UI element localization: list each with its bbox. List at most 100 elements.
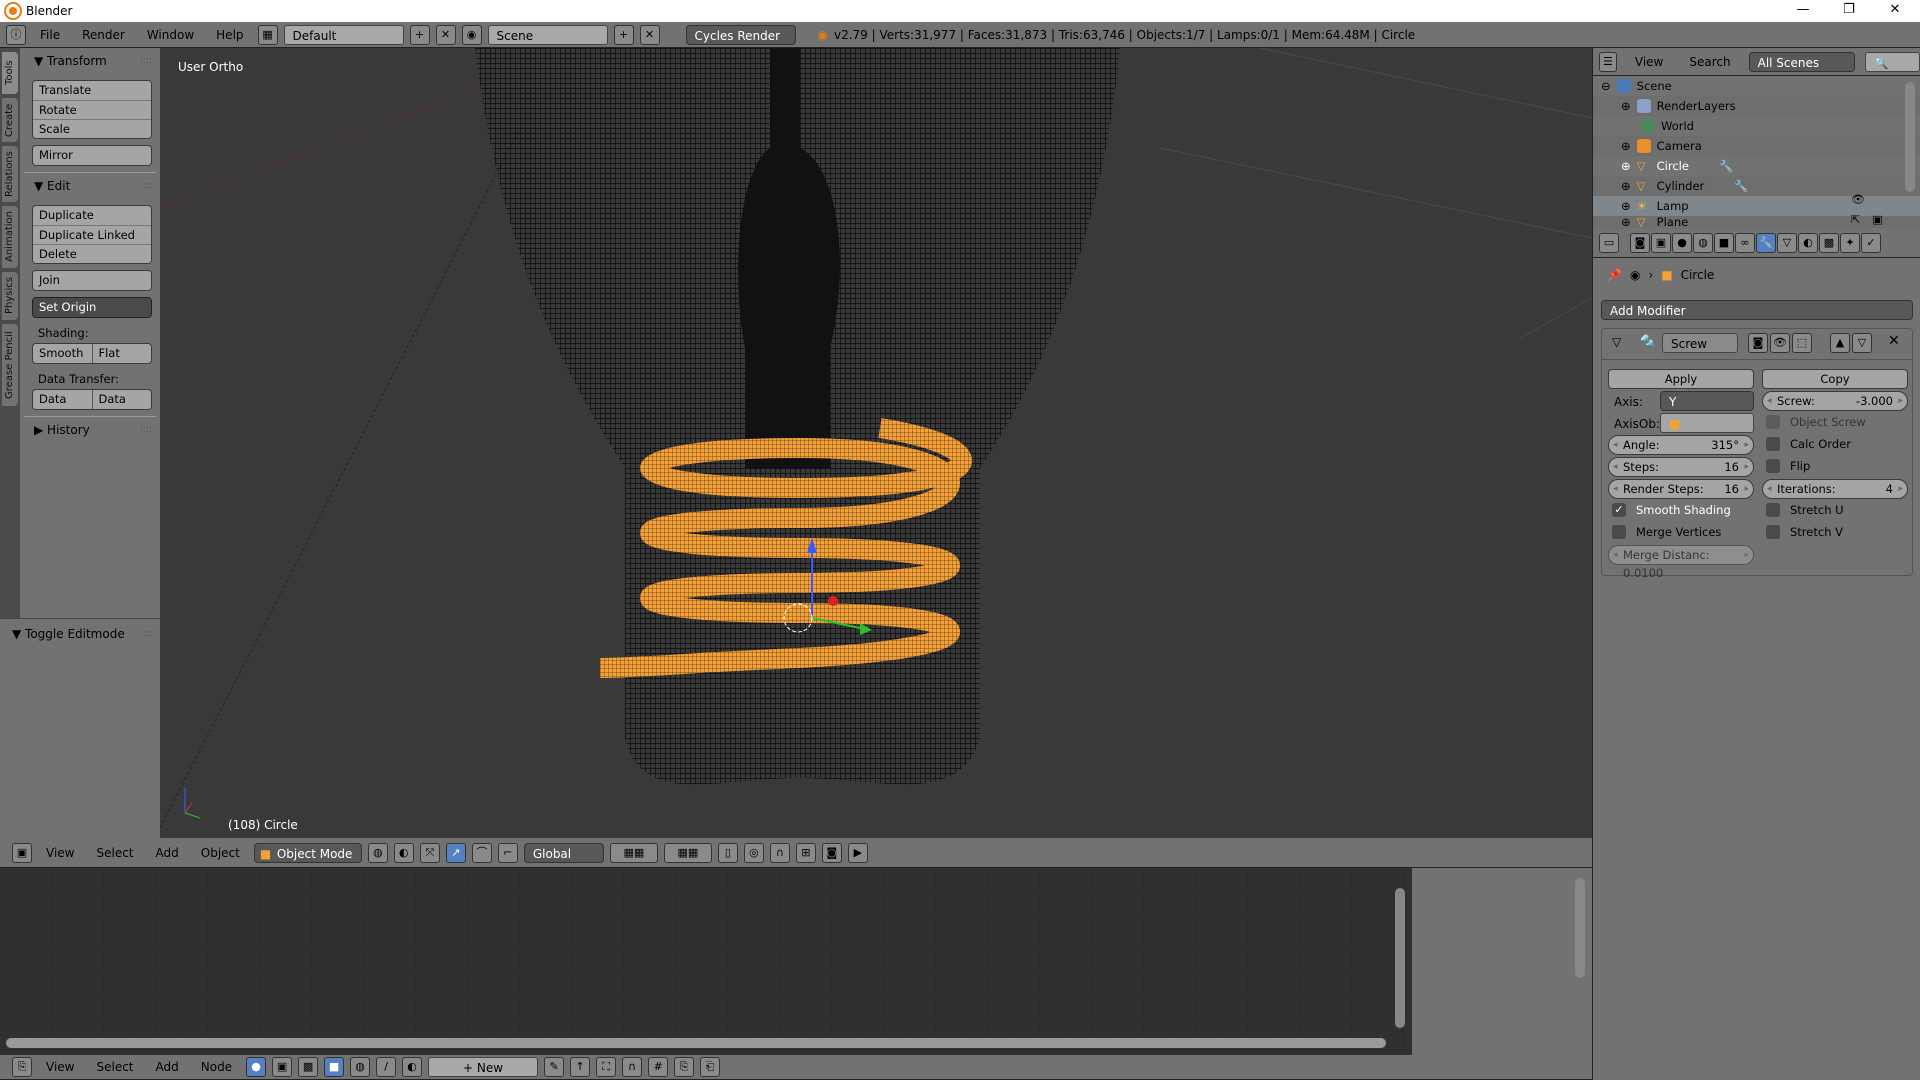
proportional-edit-icon[interactable]: ◎	[743, 842, 764, 863]
sidebar-scrollbar[interactable]	[1575, 878, 1585, 978]
compositing-nodes-icon[interactable]: ▣	[272, 1057, 293, 1077]
modifier-wrench-icon[interactable]: 🔧	[1719, 159, 1733, 173]
menu-object[interactable]: Object	[193, 846, 248, 860]
material-icon[interactable]: ◐	[402, 1057, 423, 1077]
object-screw-checkbox[interactable]: Object Screw	[1766, 415, 1866, 429]
node-menu-add[interactable]: Add	[148, 1060, 187, 1074]
render-engine-dropdown[interactable]: Cycles Render	[685, 24, 796, 45]
menu-add[interactable]: Add	[148, 846, 187, 860]
viewport-toggle-icon[interactable]: 👁	[1770, 333, 1790, 353]
remove-layout-icon[interactable]: ✕	[435, 24, 456, 45]
minimize-button[interactable]: —	[1780, 0, 1826, 22]
axis-dropdown[interactable]: Y	[1660, 391, 1754, 411]
steps-field[interactable]: Steps:16	[1608, 457, 1754, 477]
menu-window[interactable]: Window	[139, 28, 202, 42]
collapse-modifier-icon[interactable]: ▽	[1612, 335, 1621, 349]
modifier-wrench-icon[interactable]: 🔧	[1734, 179, 1748, 193]
tab-grease-pencil[interactable]: Grease Pencil	[2, 324, 18, 406]
menu-file[interactable]: File	[32, 28, 68, 42]
viewport-canvas[interactable]	[160, 48, 1592, 838]
texture-tab-icon[interactable]: ▩	[1819, 232, 1839, 253]
toggle-editmode-header[interactable]: ▼ Toggle Editmode::::	[4, 625, 156, 645]
flat-button[interactable]: Flat	[91, 344, 151, 363]
duplicate-linked-button[interactable]: Duplicate Linked	[33, 225, 151, 244]
layers2-icon[interactable]: ▦▦	[663, 842, 712, 863]
duplicate-button[interactable]: Duplicate	[33, 206, 151, 225]
menu-help[interactable]: Help	[208, 28, 251, 42]
copy-nodes-icon[interactable]: ⎘	[674, 1057, 695, 1077]
screw-field[interactable]: Screw:-3.000	[1762, 391, 1908, 411]
stretch-u-checkbox[interactable]: Stretch U	[1766, 503, 1844, 517]
node-menu-node[interactable]: Node	[193, 1060, 240, 1074]
render-toggle-icon[interactable]: ◙	[1748, 333, 1768, 353]
node-editor[interactable]	[0, 868, 1592, 1055]
material-tab-icon[interactable]: ◐	[1798, 232, 1818, 253]
outliner-item-world[interactable]: World	[1593, 116, 1920, 136]
apply-button[interactable]: Apply	[1608, 369, 1754, 389]
shader-nodes-icon[interactable]: ●	[246, 1057, 267, 1077]
history-panel-header[interactable]: ▶ History::::	[24, 421, 156, 441]
snap-grid-icon[interactable]: #	[648, 1057, 669, 1077]
3d-view-editor-icon[interactable]: ▣	[12, 842, 32, 863]
3d-viewport[interactable]: User Ortho (108) Circle	[160, 48, 1592, 838]
backdrop-icon[interactable]: ⛶	[596, 1057, 617, 1077]
render-layers-tab-icon[interactable]: ▣	[1651, 232, 1671, 253]
axis-object-field[interactable]: ■	[1660, 413, 1754, 433]
world-shader-icon[interactable]: ◍	[350, 1057, 371, 1077]
move-down-icon[interactable]: ▽	[1852, 333, 1872, 353]
remove-modifier-icon[interactable]: ✕	[1888, 333, 1900, 349]
restore-button[interactable]: ❐	[1826, 0, 1872, 22]
screen-layout-icon[interactable]: ▦	[257, 24, 278, 45]
physics-tab-icon[interactable]: ✓	[1861, 232, 1881, 253]
merge-vertices-checkbox[interactable]: Merge Vertices	[1612, 525, 1721, 539]
render-image-icon[interactable]: ◙	[821, 842, 842, 863]
outliner-item-renderlayers[interactable]: ⊕ RenderLayers	[1593, 96, 1920, 116]
outliner-menu-search[interactable]: Search	[1681, 55, 1738, 69]
rotate-button[interactable]: Rotate	[33, 100, 151, 119]
snap-element-icon[interactable]: ⊞	[795, 842, 816, 863]
remove-scene-icon[interactable]: ✕	[639, 24, 660, 45]
add-scene-icon[interactable]: +	[613, 24, 634, 45]
outliner-item-scene[interactable]: ⊖ Scene	[1593, 76, 1920, 96]
edit-panel-header[interactable]: ▼ Edit::::	[24, 177, 156, 197]
rotate-manipulator-icon[interactable]: ⌒	[471, 842, 492, 863]
mirror-button[interactable]: Mirror	[33, 146, 151, 165]
parent-node-tree-icon[interactable]: ↑	[570, 1057, 591, 1077]
constraints-tab-icon[interactable]: ∞	[1735, 232, 1755, 253]
modifier-name-field[interactable]: Screw	[1662, 333, 1738, 353]
pin-icon[interactable]: 📌	[1607, 268, 1622, 282]
scene-field[interactable]: Scene	[487, 24, 608, 45]
manipulator-toggle-icon[interactable]: ⤧	[419, 842, 440, 863]
snap-node-icon[interactable]: ∩	[622, 1057, 643, 1077]
menu-select[interactable]: Select	[88, 846, 141, 860]
render-tab-icon[interactable]: ◙	[1630, 232, 1650, 253]
render-animation-icon[interactable]: ▶	[847, 842, 868, 863]
line-style-icon[interactable]: /	[376, 1057, 397, 1077]
add-modifier-dropdown[interactable]: Add Modifier	[1601, 300, 1913, 320]
layers-icon[interactable]: ▦▦	[609, 842, 658, 863]
tab-create[interactable]: Create	[2, 98, 18, 142]
iterations-field[interactable]: Iterations:4	[1762, 479, 1908, 499]
calc-order-checkbox[interactable]: Calc Order	[1766, 437, 1851, 451]
outliner-menu-view[interactable]: View	[1627, 55, 1671, 69]
new-material-button[interactable]: + New	[428, 1057, 539, 1077]
move-up-icon[interactable]: ▲	[1830, 333, 1850, 353]
tab-physics[interactable]: Physics	[2, 272, 18, 320]
node-menu-view[interactable]: View	[38, 1060, 82, 1074]
data-button[interactable]: Data	[33, 390, 92, 409]
texture-nodes-icon[interactable]: ▩	[298, 1057, 319, 1077]
scale-button[interactable]: Scale	[33, 119, 151, 138]
stretch-v-checkbox[interactable]: Stretch V	[1766, 525, 1843, 539]
outliner-item-camera[interactable]: ⊕ Camera	[1593, 136, 1920, 156]
node-horizontal-scrollbar[interactable]	[6, 1038, 1386, 1048]
add-layout-icon[interactable]: +	[409, 24, 430, 45]
modifiers-tab-icon[interactable]: 🔧	[1756, 232, 1776, 253]
transform-panel-header[interactable]: ▼ Transform::::	[24, 52, 156, 72]
screen-layout-field[interactable]: Default	[283, 24, 404, 45]
render-steps-field[interactable]: Render Steps:16	[1608, 479, 1754, 499]
copy-button[interactable]: Copy	[1762, 369, 1908, 389]
info-editor-type-icon[interactable]: ⓘ	[6, 24, 26, 45]
join-button[interactable]: Join	[33, 271, 151, 290]
menu-view[interactable]: View	[38, 846, 82, 860]
properties-editor-icon[interactable]: ▭	[1599, 232, 1619, 253]
